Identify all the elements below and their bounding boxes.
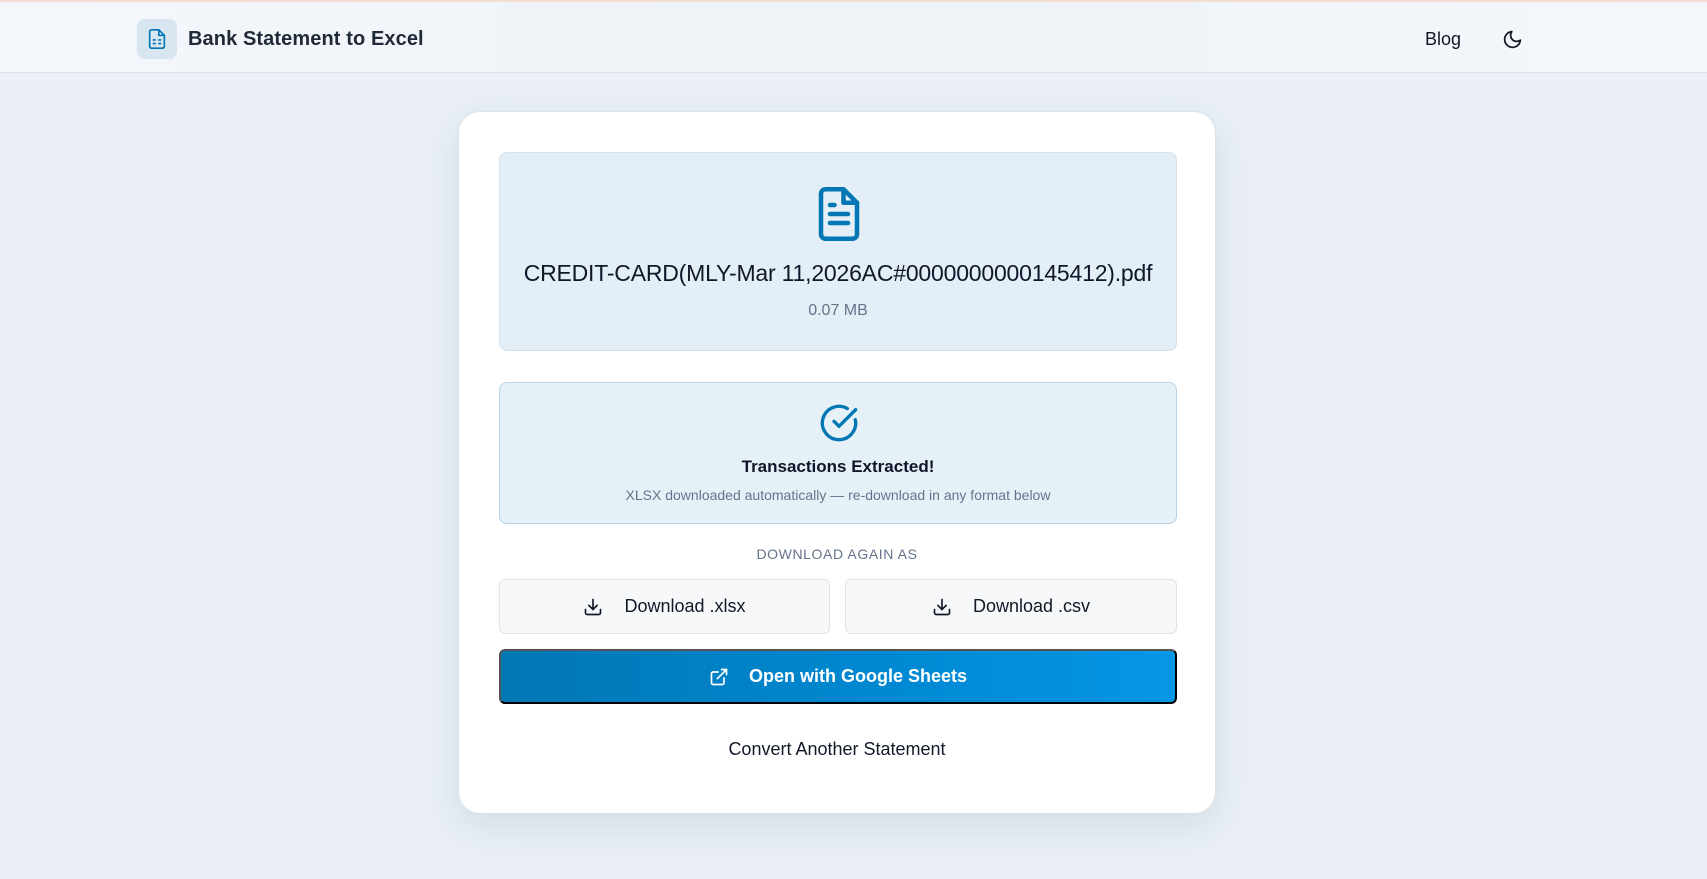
open-google-sheets-button[interactable]: Open with Google Sheets [499,649,1177,704]
download-icon [583,597,603,617]
brand-title: Bank Statement to Excel [188,27,424,50]
download-icon [932,597,952,617]
file-name: CREDIT-CARD(MLY-Mar 11,2026AC#0000000000… [523,260,1153,286]
download-again-label: DOWNLOAD AGAIN AS [756,546,918,562]
success-subtitle: XLSX downloaded automatically — re-downl… [625,487,1051,503]
moon-icon [1502,29,1523,50]
download-xlsx-button[interactable]: Download .xlsx [499,579,830,634]
check-circle-icon [819,403,859,448]
file-info-panel: CREDIT-CARD(MLY-Mar 11,2026AC#0000000000… [499,152,1177,351]
convert-another-link[interactable]: Convert Another Statement [459,739,1215,760]
download-csv-label: Download .csv [972,596,1091,616]
brand[interactable]: Bank Statement to Excel [137,19,424,59]
file-size: 0.07 MB [808,302,868,319]
extraction-success-panel: Transactions Extracted! XLSX downloaded … [499,382,1177,524]
open-google-sheets-label: Open with Google Sheets [748,666,968,686]
download-csv-button[interactable]: Download .csv [845,579,1177,634]
success-title: Transactions Extracted! [741,457,935,476]
document-icon [812,184,866,249]
theme-toggle-button[interactable] [1499,26,1525,52]
top-navbar: Bank Statement to Excel Blog [0,0,1707,73]
nav-blog-link[interactable]: Blog [1425,29,1461,50]
external-link-icon [709,667,729,687]
spreadsheet-file-icon [137,19,177,59]
download-xlsx-label: Download .xlsx [624,596,746,616]
result-card: CREDIT-CARD(MLY-Mar 11,2026AC#0000000000… [458,111,1216,814]
